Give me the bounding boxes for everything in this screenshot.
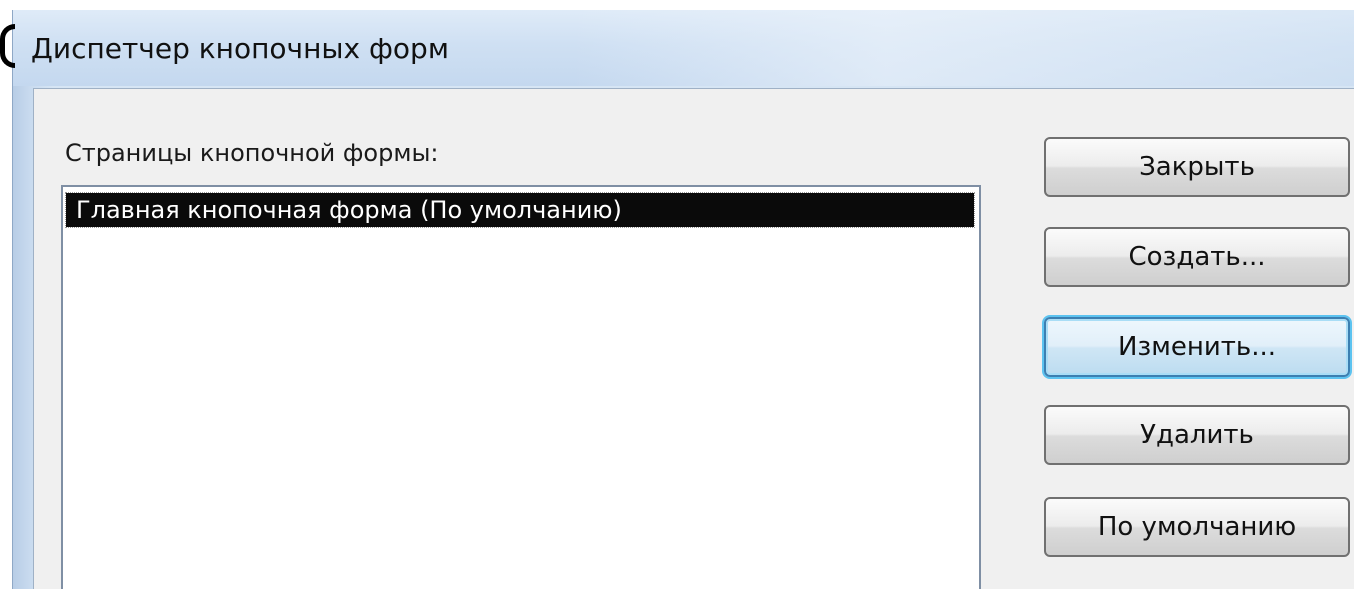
create-button[interactable]: Создать...	[1044, 227, 1350, 287]
pages-listbox[interactable]: Главная кнопочная форма (По умолчанию)	[61, 185, 981, 589]
title-bar[interactable]: Диспетчер кнопочных форм	[13, 10, 1354, 86]
dialog-body: Страницы кнопочной формы: Главная кнопоч…	[33, 88, 1354, 589]
close-button[interactable]: Закрыть	[1044, 137, 1350, 197]
dialog-window: Диспетчер кнопочных форм Страницы кнопоч…	[12, 10, 1354, 589]
edit-button[interactable]: Изменить...	[1044, 317, 1350, 377]
screen: Диспетчер кнопочных форм Страницы кнопоч…	[0, 0, 1354, 589]
window-title: Диспетчер кнопочных форм	[31, 32, 449, 65]
delete-button[interactable]: Удалить	[1044, 405, 1350, 465]
partial-glyph	[0, 24, 15, 68]
pages-list-label: Страницы кнопочной формы:	[65, 139, 439, 167]
list-item-main-form[interactable]: Главная кнопочная форма (По умолчанию)	[65, 192, 975, 228]
set-default-button[interactable]: По умолчанию	[1044, 497, 1350, 557]
